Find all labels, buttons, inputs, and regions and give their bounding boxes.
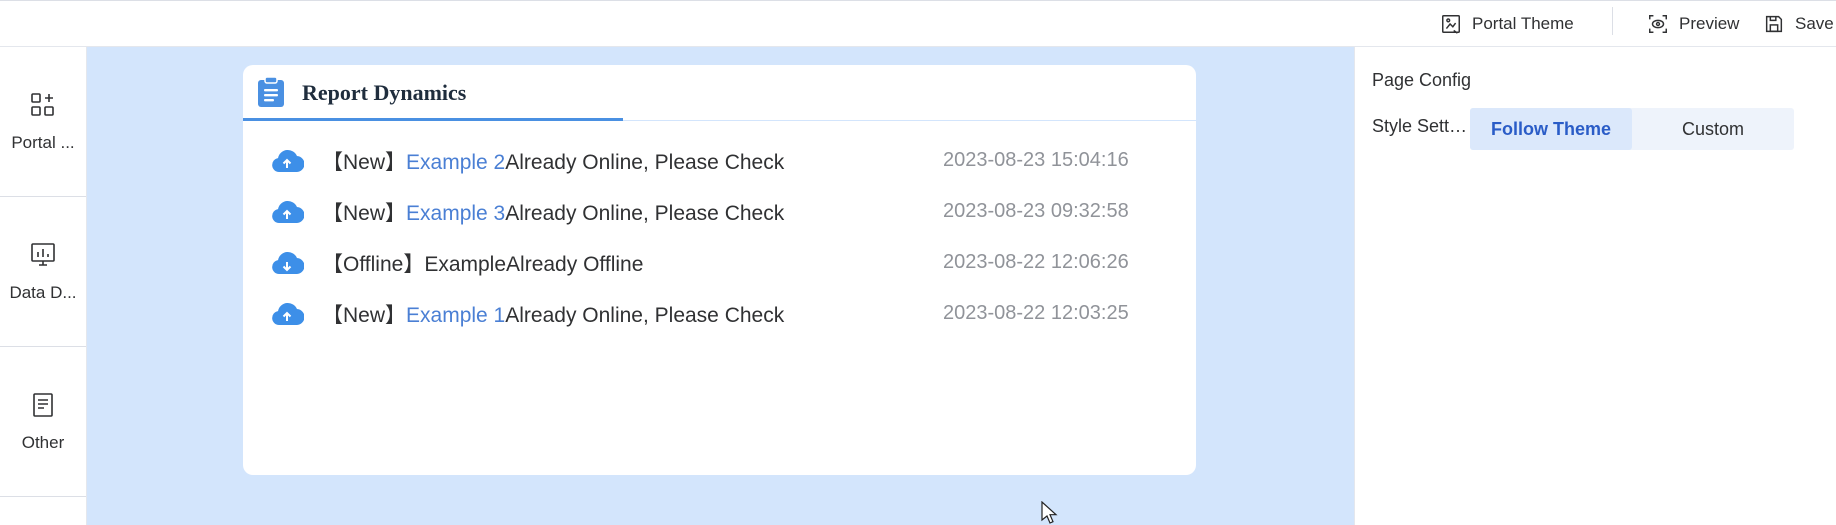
follow-theme-option[interactable]: Follow Theme: [1470, 108, 1632, 150]
report-text: ExampleAlready Offline: [424, 252, 644, 276]
card-title: Report Dynamics: [302, 80, 467, 105]
style-settings-label: Style Setti...: [1372, 116, 1468, 136]
bar-chart-monitor-icon: [31, 243, 55, 266]
config-panel: Page Config Style Setti... Follow Theme …: [1354, 47, 1836, 525]
report-time: 2023-08-23 09:32:58: [943, 200, 1129, 222]
report-link[interactable]: Example 3: [406, 202, 505, 225]
report-time: 2023-08-23 15:04:16: [943, 149, 1129, 171]
style-segmented-control: Follow Theme Custom: [1470, 108, 1794, 150]
sidebar-divider: [0, 496, 86, 497]
cloud-upload-icon: [272, 303, 304, 326]
report-text: Already Online, Please Check: [505, 201, 785, 225]
report-time: 2023-08-22 12:06:26: [943, 251, 1129, 273]
report-tag: 【New】: [322, 201, 407, 225]
mouse-cursor-icon: [1041, 501, 1058, 524]
left-sidebar: Portal ... Data D... Other: [0, 47, 87, 525]
save-button[interactable]: Save: [1763, 1, 1834, 47]
custom-option[interactable]: Custom: [1632, 108, 1794, 150]
sidebar-item-portal[interactable]: Portal ...: [0, 47, 86, 197]
portal-theme-button[interactable]: Portal Theme: [1440, 1, 1574, 47]
panel-title: Page Config: [1372, 70, 1472, 90]
list-item[interactable]: 【Offline】ExampleAlready Offline 2023-08-…: [243, 237, 1196, 288]
save-label: Save: [1795, 14, 1834, 33]
preview-label: Preview: [1679, 14, 1740, 33]
clipboard-icon: [258, 76, 284, 107]
title-underline: [243, 118, 623, 121]
report-dynamics-card[interactable]: Report Dynamics 【New】Example 2Already On…: [243, 65, 1196, 475]
cloud-upload-icon: [272, 150, 304, 173]
cloud-upload-icon: [272, 201, 304, 224]
card-header: Report Dynamics: [243, 65, 1196, 121]
theme-icon: [1442, 15, 1460, 34]
report-list: 【New】Example 2Already Online, Please Che…: [243, 135, 1196, 339]
report-tag: 【New】: [322, 303, 407, 327]
cloud-download-icon: [272, 252, 304, 275]
report-tag: 【Offline】: [322, 252, 425, 276]
list-item[interactable]: 【New】Example 3Already Online, Please Che…: [243, 186, 1196, 237]
report-tag: 【New】: [322, 150, 407, 174]
report-message: 【New】Example 1Already Online, Please Che…: [322, 299, 784, 329]
top-toolbar: Portal Theme Preview Save: [0, 0, 1836, 47]
report-message: 【New】Example 2Already Online, Please Che…: [322, 146, 784, 176]
save-icon: [1765, 15, 1783, 33]
report-message: 【Offline】ExampleAlready Offline: [322, 248, 643, 278]
report-time: 2023-08-22 12:03:25: [943, 302, 1129, 324]
widgets-add-icon: [31, 93, 54, 116]
preview-button[interactable]: Preview: [1647, 1, 1739, 47]
report-link[interactable]: Example 2: [406, 151, 505, 174]
sidebar-item-other[interactable]: Other: [0, 347, 86, 497]
list-item[interactable]: 【New】Example 2Already Online, Please Che…: [243, 135, 1196, 186]
report-link[interactable]: Example 1: [406, 304, 505, 327]
portal-theme-label: Portal Theme: [1472, 14, 1574, 33]
report-text: Already Online, Please Check: [505, 150, 785, 174]
design-canvas: Report Dynamics 【New】Example 2Already On…: [87, 47, 1354, 525]
document-icon: [33, 393, 53, 417]
toolbar-divider: [1612, 7, 1613, 35]
report-message: 【New】Example 3Already Online, Please Che…: [322, 197, 784, 227]
sidebar-item-label: Data D...: [9, 283, 77, 302]
sidebar-item-data[interactable]: Data D...: [0, 197, 86, 347]
sidebar-item-label: Other: [21, 433, 65, 452]
sidebar-item-label: Portal ...: [11, 133, 75, 152]
preview-icon: [1649, 15, 1667, 33]
report-text: Already Online, Please Check: [505, 303, 785, 327]
list-item[interactable]: 【New】Example 1Already Online, Please Che…: [243, 288, 1196, 339]
